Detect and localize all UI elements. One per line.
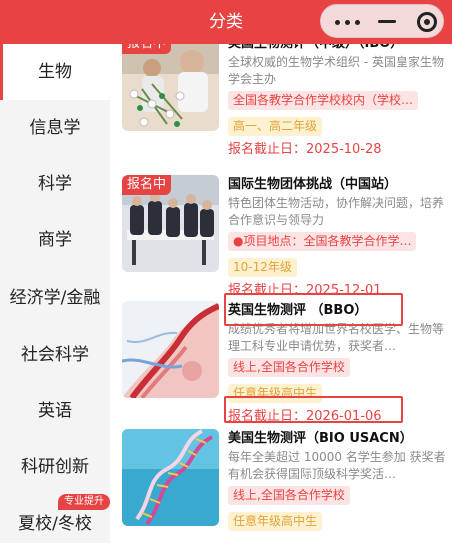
- grade-tag: 10-12年级: [228, 258, 297, 277]
- mini-program-capsule: [320, 4, 444, 38]
- sidebar-item-social-science[interactable]: 社会科学: [0, 327, 110, 383]
- program-description: 全球权威的生物学术组织 - 英国皇家生物学会主办: [228, 55, 444, 86]
- status-tag: 报名中: [122, 44, 172, 54]
- location-tag: 线上,全国各合作学校: [228, 358, 350, 377]
- program-image: [122, 429, 219, 526]
- program-description: 特色团体生物活动，协作解决问题，培养合作意识与领导力: [228, 196, 445, 227]
- program-description: 每年全美超过 10000 名学生参加 获奖者有机会获得国际顶级科学奖活…: [228, 450, 446, 481]
- program-card[interactable]: 报名中 国际生物团体挑战（中国站） 特色团体生物活动，协作解决问题，培养合作意识…: [122, 175, 448, 305]
- sidebar-item-science[interactable]: 科学: [0, 156, 110, 212]
- program-image: 报名中: [122, 175, 219, 272]
- program-card[interactable]: 美国生物测评（BIO USACN） 每年全美超过 10000 名学生参加 获奖者…: [122, 429, 448, 543]
- close-target-icon[interactable]: [417, 12, 437, 32]
- location-tag: 线上,全国各合作学校: [228, 486, 350, 505]
- status-tag: 报名中: [122, 175, 172, 195]
- sidebar-item-research[interactable]: 科研创新: [0, 439, 110, 495]
- location-tag: 全国各教学合作学校校内（学校…: [228, 91, 419, 110]
- more-options-icon[interactable]: [335, 14, 361, 30]
- sidebar-item-biology[interactable]: 生物: [0, 44, 110, 100]
- program-description: 成绩优秀者将增加世界名校医学、生物等理工科专业申请优势，获奖者…: [228, 322, 445, 353]
- program-card[interactable]: 报名中 美国生物测评（中级）（IBO） 全球权威的生物学术组织 - 英国皇家生物…: [122, 44, 448, 164]
- title-highlight-box: [224, 293, 403, 326]
- program-title: 美国生物测评（BIO USACN）: [228, 431, 413, 446]
- top-navbar: 分类: [0, 0, 452, 44]
- minimize-icon[interactable]: [378, 20, 396, 23]
- sidebar-item-informatics[interactable]: 信息学: [0, 100, 110, 156]
- deadline-highlight-box: [224, 396, 403, 423]
- grade-tag: 高一、高二年级: [228, 117, 323, 136]
- sidebar-item-economics[interactable]: 经济学/金融: [0, 270, 110, 326]
- location-tag: ●项目地点：全国各教学合作学…: [228, 232, 417, 251]
- program-image: [122, 301, 219, 398]
- program-image: 报名中: [122, 44, 219, 131]
- program-title: 国际生物团体挑战（中国站）: [228, 177, 398, 192]
- program-title: 美国生物测评（中级）（IBO）: [228, 44, 450, 54]
- deadline-text: 报名截止日：2025-10-28: [228, 142, 382, 157]
- sidebar-item-english[interactable]: 英语: [0, 383, 110, 439]
- grade-tag: 任意年级高中生: [228, 512, 323, 531]
- category-sidebar: 生物 信息学 科学 商学 经济学/金融 社会科学 英语 科研创新 夏校/冬校 专…: [0, 44, 110, 543]
- sidebar-item-business[interactable]: 商学: [0, 212, 110, 268]
- professional-upgrade-badge: 专业提升: [58, 494, 110, 510]
